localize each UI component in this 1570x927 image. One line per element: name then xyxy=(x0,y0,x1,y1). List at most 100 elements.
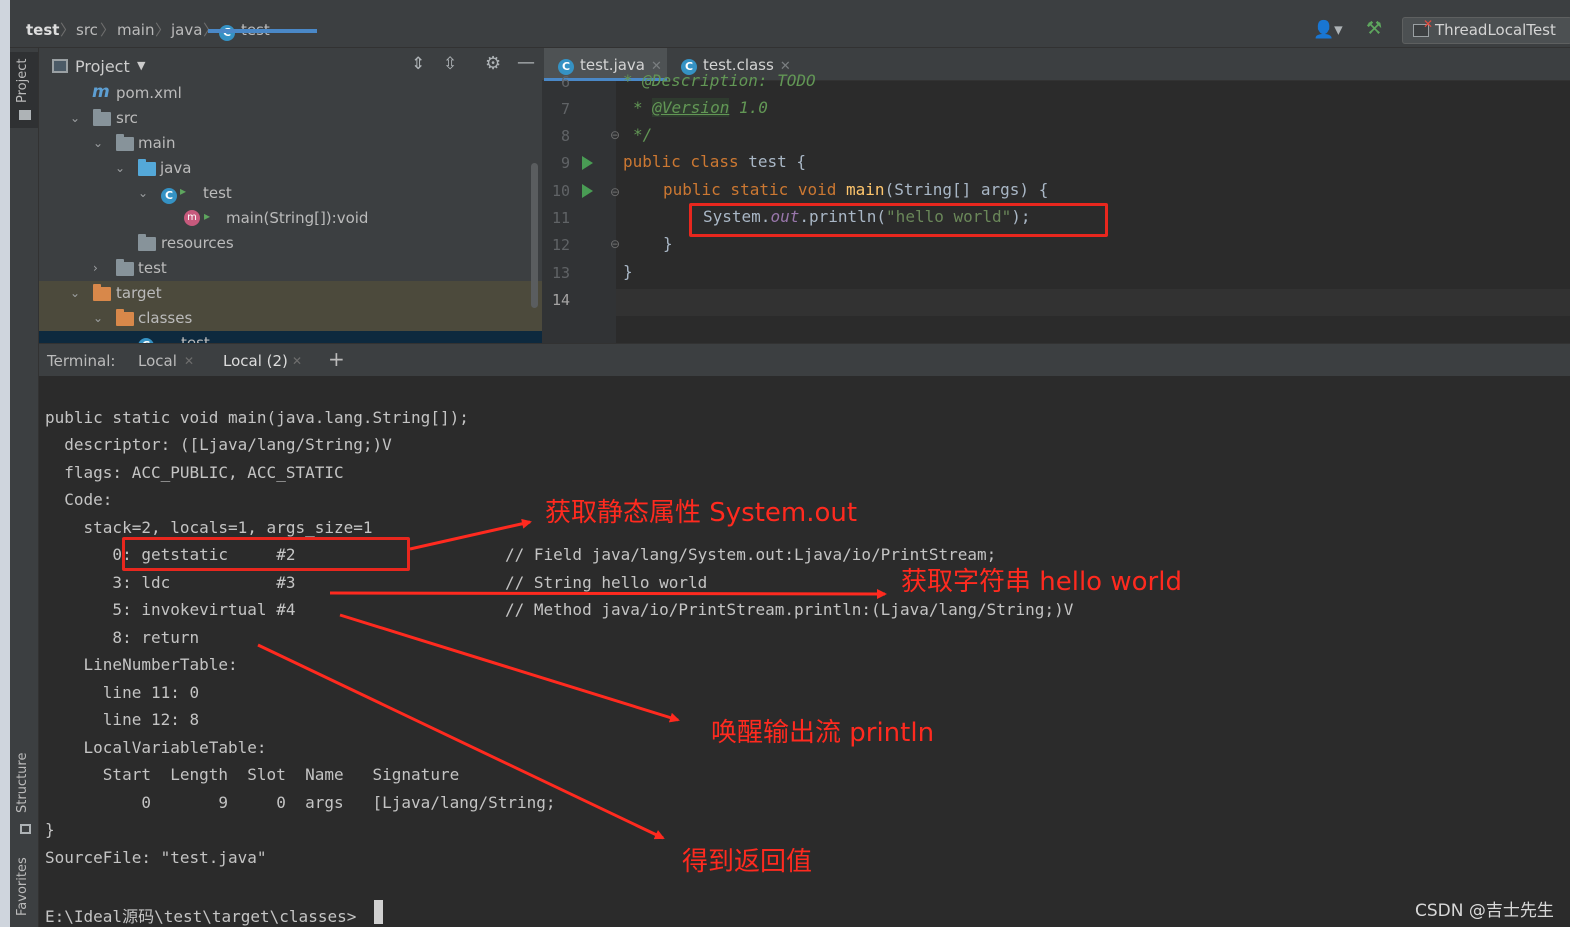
code-line-9: public class test { xyxy=(623,152,806,171)
project-panel-title[interactable]: Project xyxy=(75,57,130,76)
code-comment: 1.0 xyxy=(729,98,768,117)
chevron-down-icon[interactable]: ⌄ xyxy=(70,286,80,300)
favorites-tool-tab[interactable]: Favorites xyxy=(15,857,30,916)
tree-item-label: test xyxy=(203,184,232,202)
fold-icon[interactable]: ⊖ xyxy=(610,237,620,251)
project-scrollbar[interactable] xyxy=(531,163,538,308)
terminal-line: SourceFile: "test.java" xyxy=(45,848,267,867)
folder-icon xyxy=(19,110,31,120)
tree-item-java[interactable]: ⌄ java xyxy=(39,156,542,181)
terminal-line: public static void main(java.lang.String… xyxy=(45,408,469,427)
tree-item-classes[interactable]: ⌄ classes xyxy=(39,306,542,331)
error-badge-icon: ✕ xyxy=(1423,17,1434,31)
tree-item-label: resources xyxy=(161,234,234,252)
run-class-icon[interactable] xyxy=(582,156,593,170)
terminal-line: 3: ldc #3 xyxy=(45,573,296,592)
tab-local[interactable]: Local xyxy=(138,352,177,370)
breadcrumb-main[interactable]: main xyxy=(117,21,154,39)
close-icon[interactable]: ✕ xyxy=(292,354,302,368)
fold-icon[interactable]: ⊖ xyxy=(610,128,620,142)
highlight-box-println xyxy=(689,203,1108,237)
project-panel-header: Project ▼ ⇕ ⇳ ⚙ — xyxy=(39,48,542,83)
build-hammer-icon[interactable]: ⚒ xyxy=(1366,18,1382,39)
code-keyword: public static void xyxy=(663,180,837,199)
breadcrumb-project[interactable]: test xyxy=(26,21,59,39)
terminal-line: descriptor: ([Ljava/lang/String;)V xyxy=(45,435,392,454)
tree-item-test-compiled[interactable]: ⌄ C test xyxy=(39,331,542,343)
run-method-icon[interactable] xyxy=(582,184,593,198)
chevron-down-icon[interactable]: ⌄ xyxy=(115,161,125,175)
source-folder-icon xyxy=(138,159,156,180)
terminal-line: stack=2, locals=1, args_size=1 xyxy=(45,518,373,537)
code-line-12: } xyxy=(663,234,673,253)
active-tab-indicator xyxy=(208,29,317,33)
gear-icon[interactable]: ⚙ xyxy=(485,53,501,74)
chevron-down-icon[interactable]: ⌄ xyxy=(93,136,103,150)
terminal-line: line 12: 8 xyxy=(45,710,200,729)
code-text: (String[] args) { xyxy=(884,180,1049,199)
line-number: 12 xyxy=(551,236,570,254)
tree-item-main[interactable]: ⌄ main xyxy=(39,131,542,156)
structure-tool-tab[interactable]: Structure xyxy=(15,753,30,813)
tree-item-test-folder[interactable]: › test xyxy=(39,256,542,281)
line-number: 13 xyxy=(551,264,570,282)
terminal-label: Terminal: xyxy=(47,352,116,370)
breadcrumb-java[interactable]: java xyxy=(171,21,202,39)
tree-item-label: src xyxy=(116,109,138,127)
code-comment: * @Description: TODO xyxy=(623,71,816,90)
add-terminal-icon[interactable]: + xyxy=(328,347,345,371)
code-comment: */ xyxy=(633,125,653,144)
menu-bar xyxy=(0,0,1570,12)
tree-item-label: pom.xml xyxy=(116,84,182,102)
chevron-down-icon[interactable]: ⌄ xyxy=(93,311,103,325)
run-config-label: ThreadLocalTest xyxy=(1435,21,1556,39)
current-line-highlight xyxy=(616,289,1570,316)
project-tool-tab[interactable]: Project xyxy=(15,59,30,103)
run-config-select[interactable]: ✕ ThreadLocalTest xyxy=(1402,17,1570,44)
structure-icon xyxy=(20,824,31,834)
javadoc-tag: @Version xyxy=(652,98,730,117)
tree-item-label: main xyxy=(138,134,176,152)
chevron-down-icon[interactable]: ⌄ xyxy=(115,336,125,343)
tree-item-src[interactable]: ⌄ src xyxy=(39,106,542,131)
code-line-6: * @Description: TODO xyxy=(623,71,816,90)
chevron-down-icon[interactable]: ▼ xyxy=(137,59,145,72)
code-function: main xyxy=(846,180,885,199)
tree-item-target[interactable]: ⌄ target xyxy=(39,281,542,306)
code-line-8: */ xyxy=(633,125,652,144)
tree-item-label: classes xyxy=(138,309,193,327)
watermark: CSDN @吉士先生 xyxy=(1415,901,1554,921)
code-comment: * xyxy=(633,98,653,117)
terminal-tab-bar: Terminal: Local ✕ Local (2) ✕ + xyxy=(39,343,1570,376)
public-marker-icon: ▸ xyxy=(204,209,211,223)
annotation-invoke: 唤醒输出流 println xyxy=(711,718,935,748)
terminal-line: LineNumberTable: xyxy=(45,655,238,674)
terminal-cursor xyxy=(374,900,383,924)
breadcrumb-separator-icon: 〉 xyxy=(155,21,171,39)
tree-item-main-method[interactable]: m ▸ main(String[]):void xyxy=(39,206,542,231)
fold-icon[interactable]: ⊖ xyxy=(610,185,620,199)
chevron-right-icon[interactable]: › xyxy=(93,261,98,275)
tree-item-resources[interactable]: resources xyxy=(39,231,542,256)
resources-folder-icon xyxy=(138,234,156,255)
annotation-ldc: 获取字符串 hello world xyxy=(901,567,1182,597)
line-number: 14 xyxy=(551,291,570,309)
collapse-all-icon[interactable]: ⇳ xyxy=(443,54,457,74)
breadcrumb-separator-icon: 〉 xyxy=(100,21,116,39)
tree-item-label: target xyxy=(116,284,162,302)
close-icon[interactable]: ✕ xyxy=(184,354,194,368)
chevron-down-icon[interactable]: ⌄ xyxy=(70,111,80,125)
user-icon[interactable]: 👤▾ xyxy=(1313,20,1343,40)
minimize-icon[interactable]: — xyxy=(517,52,535,73)
tab-local-2[interactable]: Local (2) xyxy=(223,352,288,370)
chevron-down-icon[interactable]: ⌄ xyxy=(138,186,148,200)
expand-all-icon[interactable]: ⇕ xyxy=(411,54,425,74)
line-number: 9 xyxy=(560,154,570,172)
code-text: test { xyxy=(738,152,807,171)
maven-icon: m xyxy=(92,82,110,102)
tree-item-pom[interactable]: m pom.xml xyxy=(39,81,542,106)
line-number: 6 xyxy=(560,73,570,91)
breadcrumb-src[interactable]: src xyxy=(76,21,98,39)
tree-item-test-class[interactable]: ⌄ C ▸ test xyxy=(39,181,542,206)
terminal-line: LocalVariableTable: xyxy=(45,738,267,757)
